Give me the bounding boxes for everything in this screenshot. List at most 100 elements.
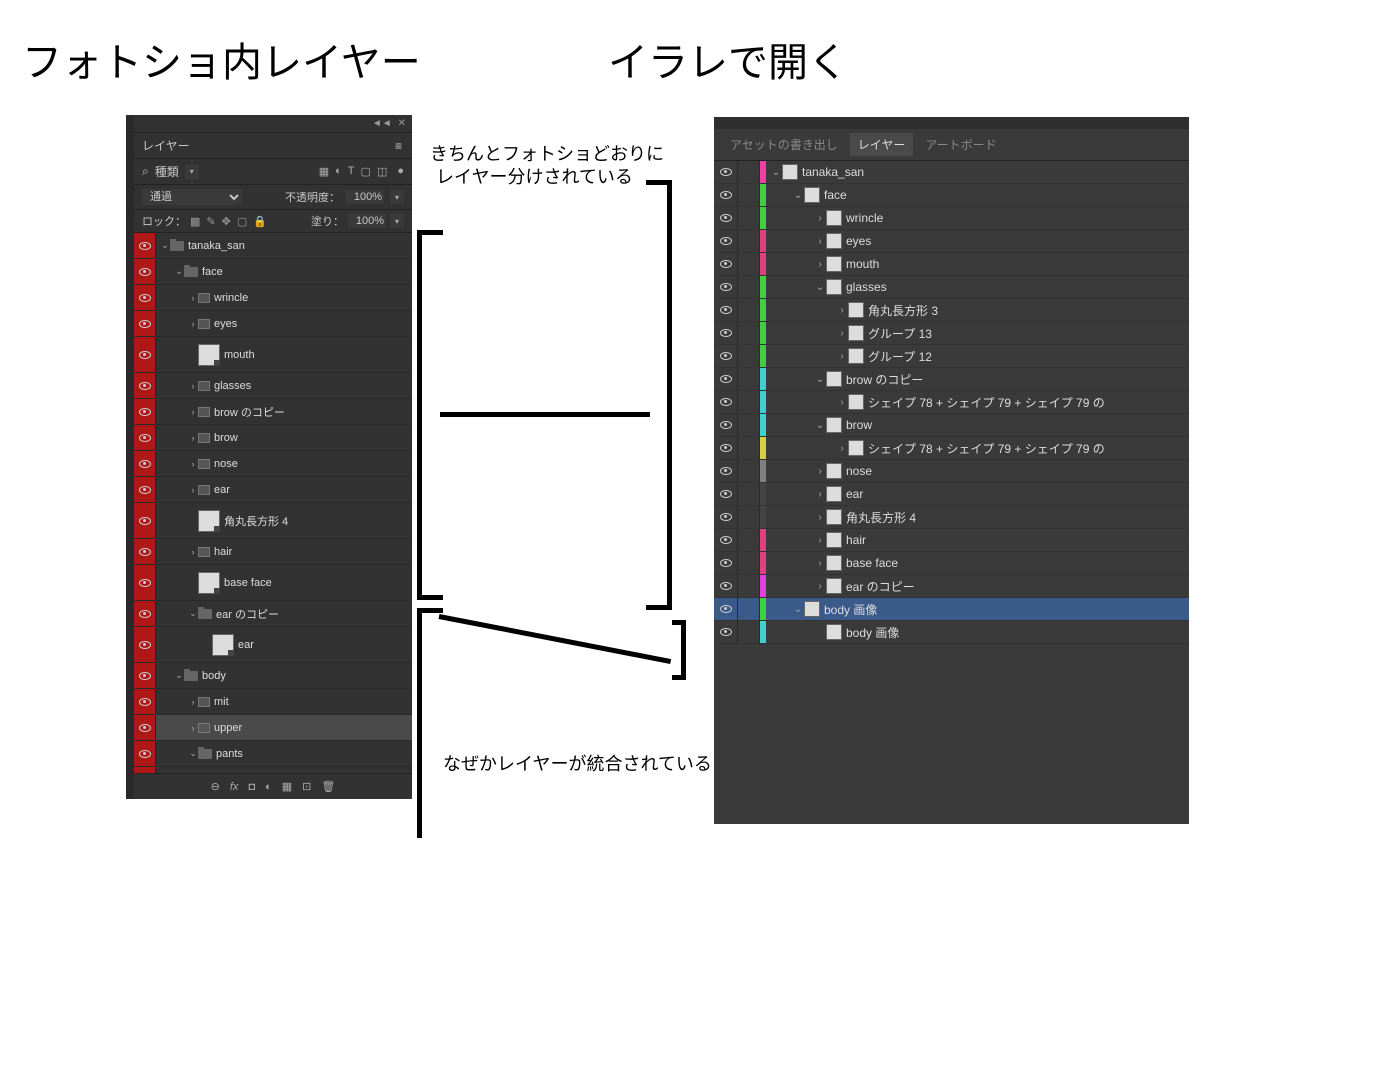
chevron-icon[interactable]: › <box>188 319 198 329</box>
chevron-icon[interactable]: › <box>814 558 826 569</box>
chevron-icon[interactable]: › <box>814 236 826 247</box>
visibility-toggle[interactable] <box>714 506 738 528</box>
ai-layer-row[interactable]: ›角丸長方形 4 <box>714 506 1189 529</box>
ps-layer-row[interactable]: ⌄tanaka_san <box>134 233 412 259</box>
chevron-icon[interactable]: › <box>814 489 826 500</box>
chevron-icon[interactable]: › <box>188 485 198 495</box>
ps-layer-row[interactable]: ›mit <box>134 689 412 715</box>
visibility-toggle[interactable] <box>134 285 156 310</box>
chevron-icon[interactable]: › <box>814 512 826 523</box>
visibility-toggle[interactable] <box>714 161 738 183</box>
ps-layer-row[interactable]: ⌄face <box>134 259 412 285</box>
fx-icon[interactable]: fx <box>230 781 239 793</box>
ai-layer-row[interactable]: ⌄glasses <box>714 276 1189 299</box>
visibility-toggle[interactable] <box>714 552 738 574</box>
visibility-toggle[interactable] <box>134 425 156 450</box>
ps-layer-row[interactable]: ›wrincle <box>134 285 412 311</box>
chevron-icon[interactable]: › <box>814 535 826 546</box>
chevron-icon[interactable]: › <box>188 293 198 303</box>
ps-layer-row[interactable]: ›upper <box>134 715 412 741</box>
filter-pixel-icon[interactable]: ▦ <box>319 165 329 178</box>
chevron-icon[interactable]: › <box>188 433 198 443</box>
blend-mode-select[interactable]: 通過 <box>142 189 242 205</box>
ps-layer-row[interactable]: ›brow <box>134 425 412 451</box>
visibility-toggle[interactable] <box>714 184 738 206</box>
filter-shape-icon[interactable]: ▢ <box>361 165 371 178</box>
ps-layer-row[interactable]: base face <box>134 565 412 601</box>
visibility-toggle[interactable] <box>134 715 156 740</box>
chevron-icon[interactable]: › <box>836 351 848 362</box>
chevron-icon[interactable]: ⌄ <box>188 748 198 759</box>
panel-menu-icon[interactable]: ≡ <box>395 139 404 153</box>
chevron-icon[interactable]: ⌄ <box>814 420 826 431</box>
fill-input[interactable] <box>348 214 386 228</box>
chevron-icon[interactable]: ⌄ <box>814 282 826 293</box>
opacity-input[interactable] <box>346 190 384 204</box>
ps-layer-row[interactable]: ⌄pants <box>134 741 412 767</box>
mask-icon[interactable]: ◘ <box>248 781 255 793</box>
visibility-toggle[interactable] <box>714 391 738 413</box>
ai-layer-row[interactable]: ⌄brow のコピー <box>714 368 1189 391</box>
ps-layer-row[interactable]: ›ear <box>134 477 412 503</box>
tab-layers-ai[interactable]: レイヤー <box>850 133 914 156</box>
ai-layer-row[interactable]: ›hair <box>714 529 1189 552</box>
collapse-icon[interactable]: ◄◄ <box>372 118 392 129</box>
visibility-toggle[interactable] <box>134 741 156 766</box>
chevron-icon[interactable]: › <box>836 328 848 339</box>
lock-all-icon[interactable]: 🔒 <box>253 215 267 228</box>
chevron-icon[interactable]: ⌄ <box>174 266 184 277</box>
ai-layer-row[interactable]: ›base face <box>714 552 1189 575</box>
visibility-toggle[interactable] <box>714 230 738 252</box>
new-layer-icon[interactable]: ⊡ <box>302 780 311 793</box>
adjustment-icon[interactable]: ◐ <box>265 781 272 793</box>
filter-dropdown[interactable]: ▾ <box>185 165 199 179</box>
visibility-toggle[interactable] <box>134 565 156 600</box>
chevron-icon[interactable]: ⌄ <box>792 190 804 201</box>
ps-layer-row[interactable]: ›eyes <box>134 311 412 337</box>
lock-paint-icon[interactable]: ✎ <box>206 215 215 228</box>
chevron-icon[interactable]: › <box>836 443 848 454</box>
visibility-toggle[interactable] <box>714 575 738 597</box>
visibility-toggle[interactable] <box>134 373 156 398</box>
visibility-toggle[interactable] <box>714 322 738 344</box>
fill-dropdown[interactable]: ▾ <box>390 214 404 228</box>
filter-type-icon[interactable]: T <box>348 165 355 178</box>
visibility-toggle[interactable] <box>714 345 738 367</box>
chevron-icon[interactable]: › <box>188 723 198 733</box>
link-icon[interactable]: ⊖ <box>211 780 220 793</box>
filter-adjust-icon[interactable]: ◐ <box>335 165 342 178</box>
visibility-toggle[interactable] <box>714 598 738 620</box>
chevron-icon[interactable]: › <box>814 466 826 477</box>
chevron-icon[interactable]: › <box>188 381 198 391</box>
chevron-icon[interactable]: ⌄ <box>188 608 198 619</box>
visibility-toggle[interactable] <box>134 477 156 502</box>
ps-layer-row[interactable]: ⌄body <box>134 663 412 689</box>
ps-layer-row[interactable]: 角丸長方形 4 <box>134 503 412 539</box>
group-icon[interactable]: ▦ <box>282 780 292 793</box>
ps-layer-row[interactable]: mouth <box>134 337 412 373</box>
chevron-icon[interactable]: ⌄ <box>174 670 184 681</box>
visibility-toggle[interactable] <box>714 460 738 482</box>
filter-toggle-icon[interactable]: ● <box>397 165 404 178</box>
ps-layer-row[interactable]: ⌄ear のコピー <box>134 601 412 627</box>
chevron-icon[interactable]: ⌄ <box>160 240 170 251</box>
ai-layer-row[interactable]: ›シェイプ 78 + シェイプ 79 + シェイプ 79 の <box>714 391 1189 414</box>
chevron-icon[interactable]: › <box>814 213 826 224</box>
trash-icon[interactable]: 🗑 <box>321 780 335 793</box>
chevron-icon[interactable]: › <box>836 397 848 408</box>
ps-layer-row[interactable]: ›brow のコピー <box>134 399 412 425</box>
ai-layer-row[interactable]: ⌄body 画像 <box>714 598 1189 621</box>
visibility-toggle[interactable] <box>134 539 156 564</box>
visibility-toggle[interactable] <box>714 621 738 643</box>
chevron-icon[interactable]: › <box>188 697 198 707</box>
ai-layer-row[interactable]: ›wrincle <box>714 207 1189 230</box>
visibility-toggle[interactable] <box>714 483 738 505</box>
ps-layer-row[interactable]: ›glasses <box>134 373 412 399</box>
ai-layer-row[interactable]: ›シェイプ 78 + シェイプ 79 + シェイプ 79 の <box>714 437 1189 460</box>
visibility-toggle[interactable] <box>714 276 738 298</box>
visibility-toggle[interactable] <box>134 689 156 714</box>
ai-layer-row[interactable]: ›グループ 13 <box>714 322 1189 345</box>
lock-artboard-icon[interactable]: ▢ <box>237 215 247 228</box>
ai-layer-row[interactable]: body 画像 <box>714 621 1189 644</box>
tab-layers[interactable]: レイヤー <box>142 137 190 154</box>
